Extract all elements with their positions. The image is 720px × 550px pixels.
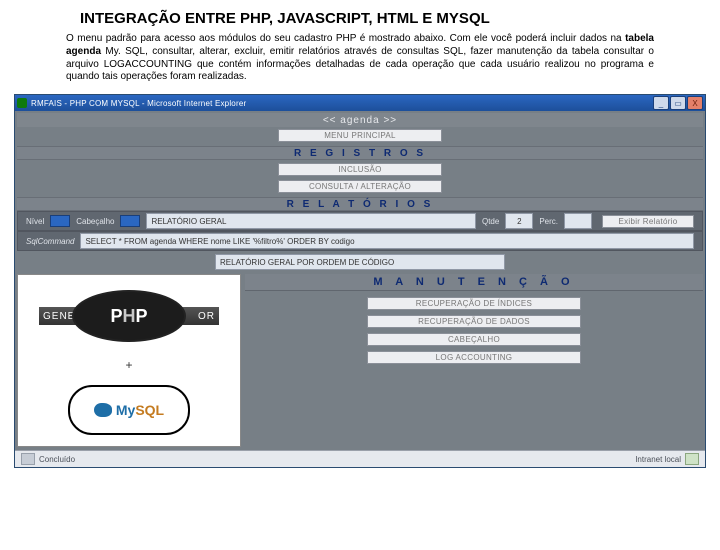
- section-manutencao: M A N U T E N Ç Ã O RECUPERAÇÃO DE ÍNDIC…: [245, 274, 703, 447]
- ribbon-right: OR: [198, 311, 215, 322]
- report-select[interactable]: RELATÓRIO GERAL: [146, 213, 476, 229]
- query-alter-button[interactable]: CONSULTA / ALTERAÇÃO: [278, 180, 442, 193]
- favicon-icon: [17, 98, 27, 108]
- section-title-manutencao: M A N U T E N Ç Ã O: [245, 274, 703, 291]
- checkbox-cabecalho[interactable]: [120, 215, 140, 227]
- section-relatorios: R E L A T Ó R I O S Nível Cabeçalho RELA…: [17, 197, 703, 270]
- include-button[interactable]: INCLUSÃO: [278, 163, 442, 176]
- bottom-area: GENERA OR PHP + MySQL M A N U T E N Ç Ã …: [17, 274, 703, 447]
- sqlcommand-input[interactable]: SELECT * FROM agenda WHERE nome LIKE '%f…: [80, 233, 694, 249]
- relatorios-row-sql: SqlCommand SELECT * FROM agenda WHERE no…: [17, 231, 703, 251]
- section-title-relatorios: R E L A T Ó R I O S: [17, 197, 703, 211]
- statusbar: Concluído Intranet local: [15, 450, 705, 467]
- maximize-button[interactable]: ▭: [670, 96, 686, 110]
- show-report-button[interactable]: Exibir Relatório: [602, 215, 694, 228]
- para-before: O menu padrão para acesso aos módulos do…: [66, 33, 625, 44]
- main-menu-row: MENU PRINCIPAL: [17, 129, 703, 142]
- label-sqlcommand: SqlCommand: [26, 237, 74, 246]
- qtde-input[interactable]: 2: [505, 213, 533, 229]
- page-title-text: INTEGRAÇÃO ENTRE PHP, JAVASCRIPT, HTML E…: [80, 10, 490, 27]
- header-button[interactable]: CABEÇALHO: [367, 333, 581, 346]
- perc-input[interactable]: [564, 213, 592, 229]
- label-perc: Perc.: [539, 217, 558, 226]
- plus-icon: +: [24, 361, 234, 369]
- browser-content: << agenda >> MENU PRINCIPAL R E G I S T …: [15, 111, 705, 450]
- manutencao-button-stack: RECUPERAÇÃO DE ÍNDICES RECUPERAÇÃO DE DA…: [245, 291, 703, 366]
- minimize-button[interactable]: _: [653, 96, 669, 110]
- window-title: RMFAIS - PHP COM MYSQL - Microsoft Inter…: [31, 99, 653, 108]
- close-button[interactable]: X: [687, 96, 703, 110]
- php-generator-logo: GENERA OR PHP: [39, 286, 219, 346]
- status-page-icon: [21, 453, 35, 465]
- relatorios-row-filters: Nível Cabeçalho RELATÓRIO GERAL Qtde 2 P…: [17, 211, 703, 231]
- section-title-registros: R E G I S T R O S: [17, 146, 703, 160]
- intro-paragraph: O menu padrão para acesso aos módulos do…: [66, 33, 654, 84]
- recover-data-button[interactable]: RECUPERAÇÃO DE DADOS: [367, 315, 581, 328]
- window-buttons: _ ▭ X: [653, 96, 703, 110]
- label-cabecalho: Cabeçalho: [76, 217, 114, 226]
- page-title: INTEGRAÇÃO ENTRE PHP, JAVASCRIPT, HTML E…: [80, 10, 640, 27]
- status-left-text: Concluído: [39, 455, 75, 464]
- label-nivel: Nível: [26, 217, 44, 226]
- logos-panel: GENERA OR PHP + MySQL: [17, 274, 241, 447]
- log-accounting-button[interactable]: LOG ACCOUNTING: [367, 351, 581, 364]
- report-order-select[interactable]: RELATÓRIO GERAL POR ORDEM DE CÓDIGO: [215, 254, 505, 270]
- label-qtde: Qtde: [482, 217, 499, 226]
- page-banner: << agenda >>: [17, 113, 703, 127]
- recover-indexes-button[interactable]: RECUPERAÇÃO DE ÍNDICES: [367, 297, 581, 310]
- browser-window: RMFAIS - PHP COM MYSQL - Microsoft Inter…: [14, 94, 706, 468]
- para-after: My. SQL, consultar, alterar, excluir, em…: [66, 46, 654, 83]
- checkbox-nivel[interactable]: [50, 215, 70, 227]
- mysql-logo: MySQL: [68, 385, 190, 435]
- dolphin-icon: [94, 403, 112, 417]
- window-titlebar: RMFAIS - PHP COM MYSQL - Microsoft Inter…: [15, 95, 705, 111]
- main-menu-button[interactable]: MENU PRINCIPAL: [278, 129, 442, 142]
- mysql-text: MySQL: [116, 402, 164, 418]
- section-registros: R E G I S T R O S INCLUSÃO CONSULTA / AL…: [17, 146, 703, 193]
- status-zone-icon: [685, 453, 699, 465]
- status-right-text: Intranet local: [635, 455, 681, 464]
- php-oval-icon: PHP: [72, 290, 186, 342]
